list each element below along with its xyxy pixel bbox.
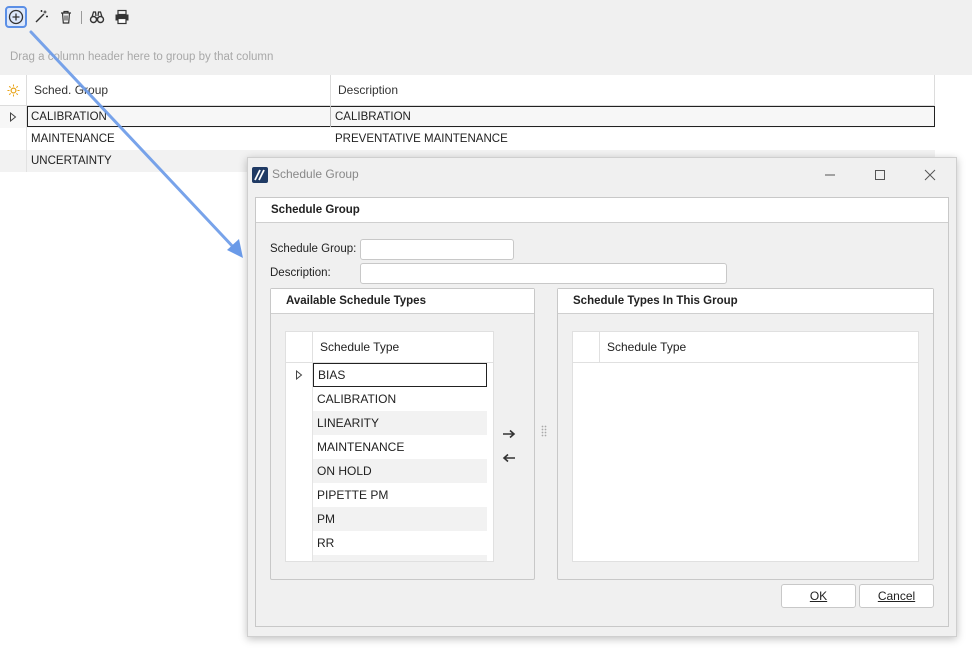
print-icon xyxy=(115,9,129,25)
arrow-left-icon xyxy=(502,453,515,463)
current-row-icon xyxy=(296,370,303,380)
schedule-type-cell[interactable]: CALIBRATION xyxy=(313,387,487,411)
row-indicator xyxy=(286,387,313,411)
description-field[interactable] xyxy=(360,263,727,284)
cell-sched-group[interactable]: MAINTENANCE xyxy=(27,128,115,150)
cell-description[interactable]: PREVENTATIVE MAINTENANCE xyxy=(331,128,508,150)
list-item[interactable]: RR xyxy=(286,531,493,555)
app-logo-icon xyxy=(252,167,268,183)
list-item[interactable]: ON HOLD xyxy=(286,459,493,483)
dialog-title-bar[interactable]: Schedule Group xyxy=(248,158,956,192)
row-indicator xyxy=(286,531,313,555)
row-indicator xyxy=(286,411,313,435)
row-indicator xyxy=(0,106,27,128)
current-row-icon xyxy=(10,112,17,122)
ok-button[interactable]: OK xyxy=(781,584,856,608)
in-group-types-grid: Schedule Type xyxy=(572,331,919,562)
list-item-partial xyxy=(286,555,493,561)
cell-description[interactable]: CALIBRATION xyxy=(331,106,411,128)
schedule-type-cell[interactable]: MAINTENANCE xyxy=(313,435,487,459)
delete-button[interactable] xyxy=(55,6,77,28)
list-item[interactable]: LINEARITY xyxy=(286,411,493,435)
add-icon xyxy=(8,9,24,25)
find-button[interactable] xyxy=(86,6,108,28)
arrow-right-icon xyxy=(503,429,516,439)
schedule-type-cell[interactable]: LINEARITY xyxy=(313,411,487,435)
cell-sched-group[interactable]: CALIBRATION xyxy=(27,106,107,128)
column-header-schedule-type[interactable]: Schedule Type xyxy=(320,332,399,363)
group-by-panel[interactable]: Drag a column header here to group by th… xyxy=(0,36,972,75)
description-label: Description: xyxy=(270,267,331,279)
list-item[interactable]: PM xyxy=(286,507,493,531)
column-chooser-button[interactable] xyxy=(0,75,27,106)
close-button[interactable] xyxy=(920,165,940,185)
schedule-type-cell[interactable]: PIPETTE PM xyxy=(313,483,487,507)
list-item[interactable]: MAINTENANCE xyxy=(286,435,493,459)
binoculars-icon xyxy=(89,11,105,24)
maximize-icon xyxy=(875,170,885,180)
row-indicator xyxy=(286,507,313,531)
schedule-types-in-group-pane: Schedule Types In This Group Schedule Ty… xyxy=(557,288,934,580)
dialog-body: Schedule Group Schedule Group: Descripti… xyxy=(255,197,949,627)
maximize-button[interactable] xyxy=(870,165,890,185)
magic-wand-icon xyxy=(35,10,48,23)
sun-icon xyxy=(6,84,20,97)
table-row[interactable]: CALIBRATION CALIBRATION xyxy=(0,106,935,128)
row-indicator xyxy=(0,128,27,150)
cancel-button[interactable]: Cancel xyxy=(859,584,934,608)
group-by-hint: Drag a column header here to group by th… xyxy=(10,51,274,63)
grid-header: Schedule Type xyxy=(573,332,918,363)
toolbar-separator xyxy=(81,11,82,24)
splitter-grip-icon[interactable] xyxy=(541,425,547,440)
header-indicator xyxy=(286,332,313,363)
row-indicator xyxy=(286,459,313,483)
schedule-type-cell xyxy=(313,555,487,561)
minimize-icon xyxy=(825,174,835,176)
edit-button[interactable] xyxy=(30,6,52,28)
schedule-type-cell[interactable]: BIAS xyxy=(313,363,487,387)
schedule-group-label: Schedule Group: xyxy=(270,243,357,255)
schedule-type-cell[interactable]: ON HOLD xyxy=(313,459,487,483)
grid-header: Schedule Type xyxy=(286,332,493,363)
cell-sched-group[interactable]: UNCERTAINTY xyxy=(27,150,112,172)
list-item[interactable]: CALIBRATION xyxy=(286,387,493,411)
schedule-type-cell[interactable]: RR xyxy=(313,531,487,555)
add-to-group-button[interactable] xyxy=(500,427,518,441)
header-indicator xyxy=(573,332,600,363)
row-indicator xyxy=(286,435,313,459)
schedule-group-field[interactable] xyxy=(360,239,514,260)
row-indicator xyxy=(286,363,313,387)
row-indicator xyxy=(286,483,313,507)
trash-icon xyxy=(61,10,71,24)
schedule-type-cell[interactable]: PM xyxy=(313,507,487,531)
grid-header: Sched. Group Description xyxy=(0,75,935,106)
column-header-description[interactable]: Description xyxy=(331,75,935,106)
row-indicator xyxy=(286,555,313,561)
dialog-title: Schedule Group xyxy=(272,167,359,181)
minimize-button[interactable] xyxy=(820,165,840,185)
add-button[interactable] xyxy=(5,6,27,28)
column-header-schedule-type[interactable]: Schedule Type xyxy=(607,332,686,363)
unused xyxy=(244,390,262,404)
row-focus-box xyxy=(27,106,935,127)
row-indicator xyxy=(0,150,27,172)
in-group-pane-title: Schedule Types In This Group xyxy=(558,289,933,314)
section-title: Schedule Group xyxy=(256,198,948,223)
schedule-group-dialog: Schedule Group Schedule Group Schedule G… xyxy=(247,157,957,637)
column-header-sched-group[interactable]: Sched. Group xyxy=(27,75,331,106)
available-schedule-types-pane: Available Schedule Types Schedule Type B… xyxy=(270,288,535,580)
table-row[interactable]: MAINTENANCE PREVENTATIVE MAINTENANCE xyxy=(0,128,935,150)
print-button[interactable] xyxy=(111,6,133,28)
close-icon xyxy=(924,169,936,181)
list-item[interactable]: PIPETTE PM xyxy=(286,483,493,507)
available-types-grid: Schedule Type BIAS CALIBRATION LINEARITY xyxy=(285,331,494,562)
remove-from-group-button[interactable] xyxy=(500,451,518,465)
available-pane-title: Available Schedule Types xyxy=(271,289,534,314)
list-item[interactable]: BIAS xyxy=(286,363,493,387)
toolbar xyxy=(0,0,972,36)
